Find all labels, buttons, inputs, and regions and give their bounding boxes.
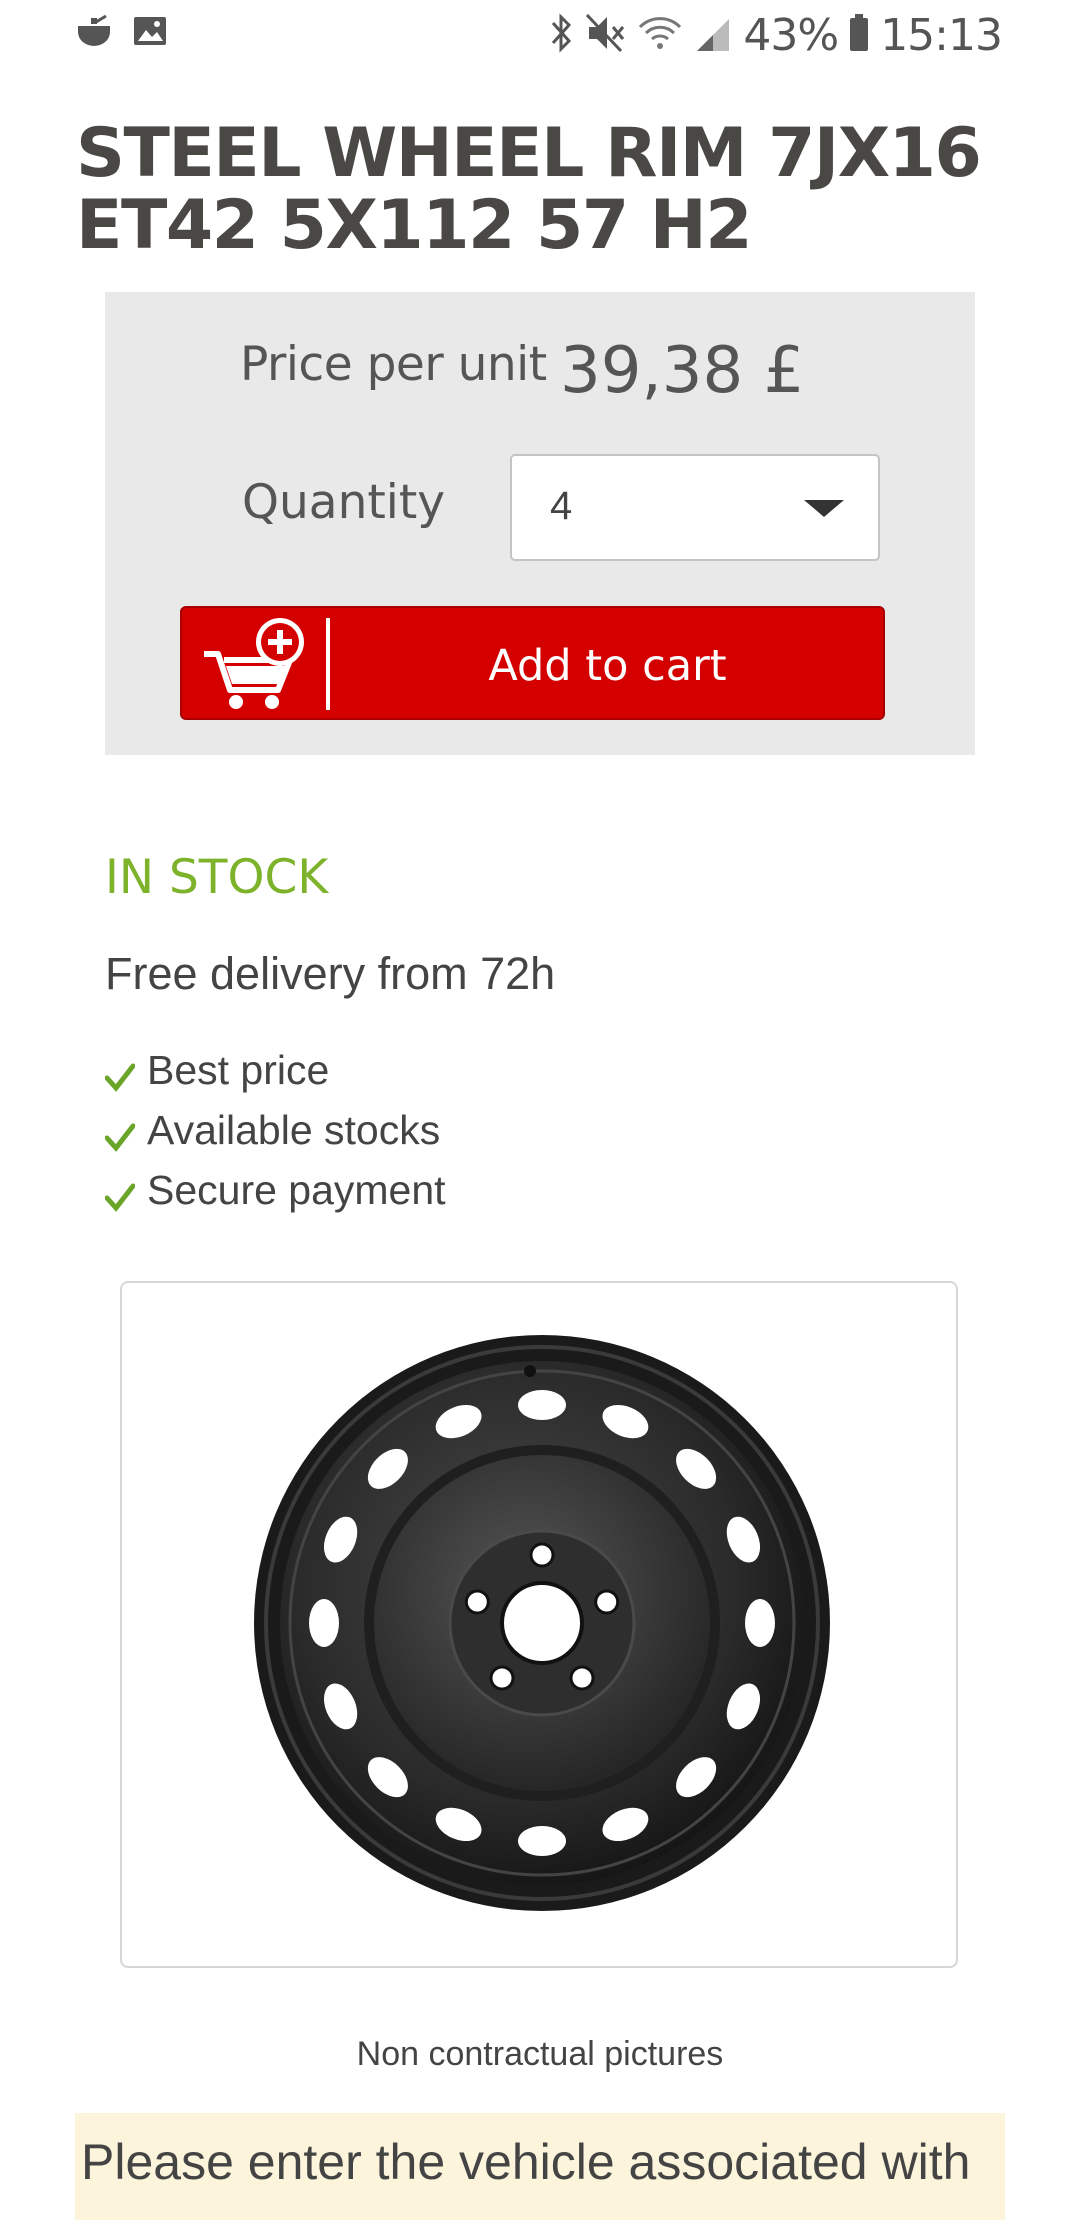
stock-status: IN STOCK — [105, 850, 329, 905]
wheel-lug-hole — [529, 1542, 555, 1568]
check-icon — [104, 1175, 136, 1212]
wheel-lug-hole — [489, 1665, 515, 1691]
mute-icon — [585, 11, 627, 60]
quantity-label: Quantity — [242, 475, 446, 530]
wheel-lug-hole — [594, 1589, 620, 1615]
check-icon — [104, 1055, 136, 1092]
feature-label: Best price — [147, 1046, 330, 1093]
list-item: Available stocks — [104, 1100, 446, 1160]
price-value: 39,38 £ — [560, 334, 805, 408]
wheel-vent-hole — [309, 1599, 339, 1647]
feature-label: Secure payment — [147, 1166, 446, 1213]
vehicle-notice: Please enter the vehicle associated with — [75, 2113, 1005, 2220]
quantity-select[interactable]: 4 — [510, 454, 880, 561]
product-image-frame[interactable] — [120, 1281, 958, 1968]
bluetooth-icon — [549, 11, 575, 60]
quantity-value: 4 — [550, 484, 573, 528]
feature-list: Best price Available stocks Secure payme… — [104, 1040, 446, 1220]
wheel-lug-hole — [464, 1589, 490, 1615]
wheel-vent-hole — [745, 1599, 775, 1647]
clock: 15:13 — [880, 10, 1003, 61]
image-icon — [132, 14, 168, 53]
add-to-cart-button[interactable]: Add to cart — [180, 606, 885, 720]
signal-icon — [693, 11, 733, 60]
add-to-cart-label: Add to cart — [488, 641, 727, 691]
battery-percent: 43% — [743, 10, 839, 61]
chevron-down-icon — [804, 500, 844, 517]
list-item: Secure payment — [104, 1160, 446, 1220]
feature-label: Available stocks — [147, 1106, 441, 1153]
wheel-lug-hole — [569, 1665, 595, 1691]
list-item: Best price — [104, 1040, 446, 1100]
image-caption: Non contractual pictures — [356, 2035, 724, 2073]
check-icon — [104, 1115, 136, 1152]
status-bar: 43% 15:13 — [0, 0, 1080, 72]
steel-wheel-image — [254, 1335, 830, 1911]
vehicle-notice-text: Please enter the vehicle associated with — [81, 2134, 971, 2190]
wheel-vent-hole — [518, 1826, 566, 1856]
button-divider — [326, 618, 330, 710]
delivery-info: Free delivery from 72h — [105, 948, 556, 999]
wheel-vent-hole — [518, 1390, 566, 1420]
wifi-icon — [637, 11, 683, 60]
purchase-panel: Price per unit 39,38 £ Quantity 4 Add to… — [105, 292, 975, 755]
product-title: STEEL WHEEL RIM 7JX16 ET42 5X112 57 H2 — [76, 114, 982, 265]
price-label: Price per unit — [240, 337, 547, 392]
battery-icon — [848, 13, 870, 58]
cart-add-icon — [200, 614, 310, 714]
cooking-pot-icon — [74, 14, 114, 53]
